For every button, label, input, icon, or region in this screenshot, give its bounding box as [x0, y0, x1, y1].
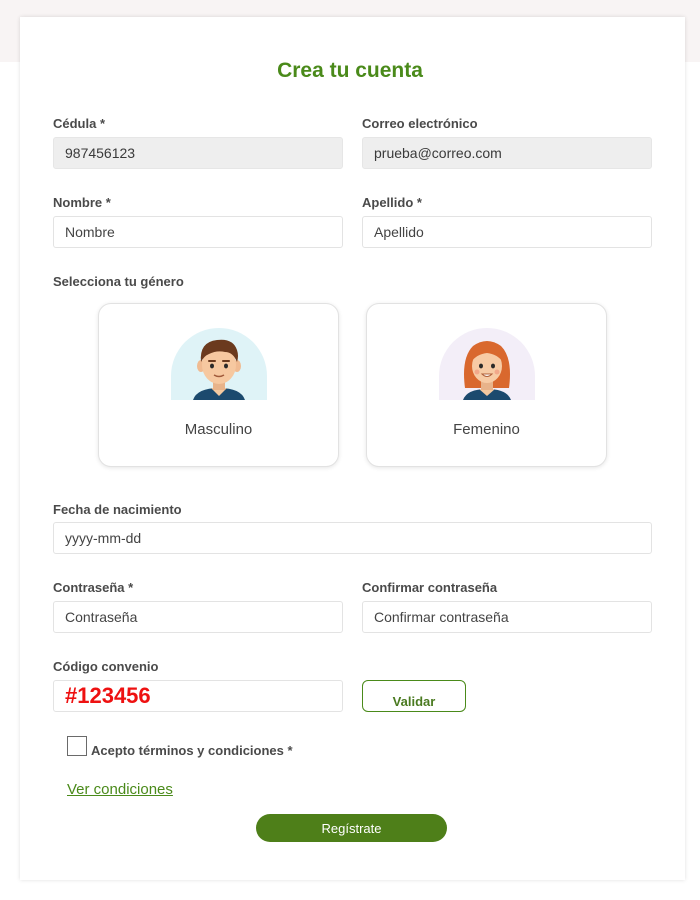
confirm-password-input[interactable] [362, 601, 652, 633]
terms-label: Acepto términos y condiciones * [91, 743, 293, 758]
last-name-input[interactable] [362, 216, 652, 248]
birthdate-label: Fecha de nacimiento [53, 502, 182, 517]
email-input[interactable] [362, 137, 652, 169]
register-button[interactable]: Regístrate [256, 814, 447, 842]
cedula-input[interactable] [53, 137, 343, 169]
gender-option-male-label: Masculino [184, 421, 253, 438]
gender-option-female[interactable]: Femenino [366, 303, 607, 467]
agreement-code-label: Código convenio [53, 659, 159, 674]
page-title: Crea tu cuenta [277, 59, 423, 82]
agreement-code-input[interactable] [53, 680, 343, 712]
birthdate-input[interactable] [53, 522, 652, 554]
confirm-password-label: Confirmar contraseña [362, 580, 498, 595]
terms-checkbox[interactable] [67, 736, 87, 756]
cedula-label: Cédula * [53, 116, 106, 131]
email-label: Correo electrónico [362, 116, 478, 131]
first-name-input[interactable] [53, 216, 343, 248]
validate-button[interactable]: Validar [362, 680, 466, 712]
password-input[interactable] [53, 601, 343, 633]
male-avatar-icon [171, 328, 267, 400]
female-avatar-icon [439, 328, 535, 400]
view-conditions-link[interactable]: Ver condiciones [67, 781, 173, 798]
password-label: Contraseña * [53, 580, 134, 595]
gender-option-male[interactable]: Masculino [98, 303, 339, 467]
first-name-label: Nombre * [53, 195, 111, 210]
gender-option-female-label: Femenino [453, 421, 520, 438]
gender-label: Selecciona tu género [53, 274, 184, 289]
last-name-label: Apellido * [362, 195, 422, 210]
